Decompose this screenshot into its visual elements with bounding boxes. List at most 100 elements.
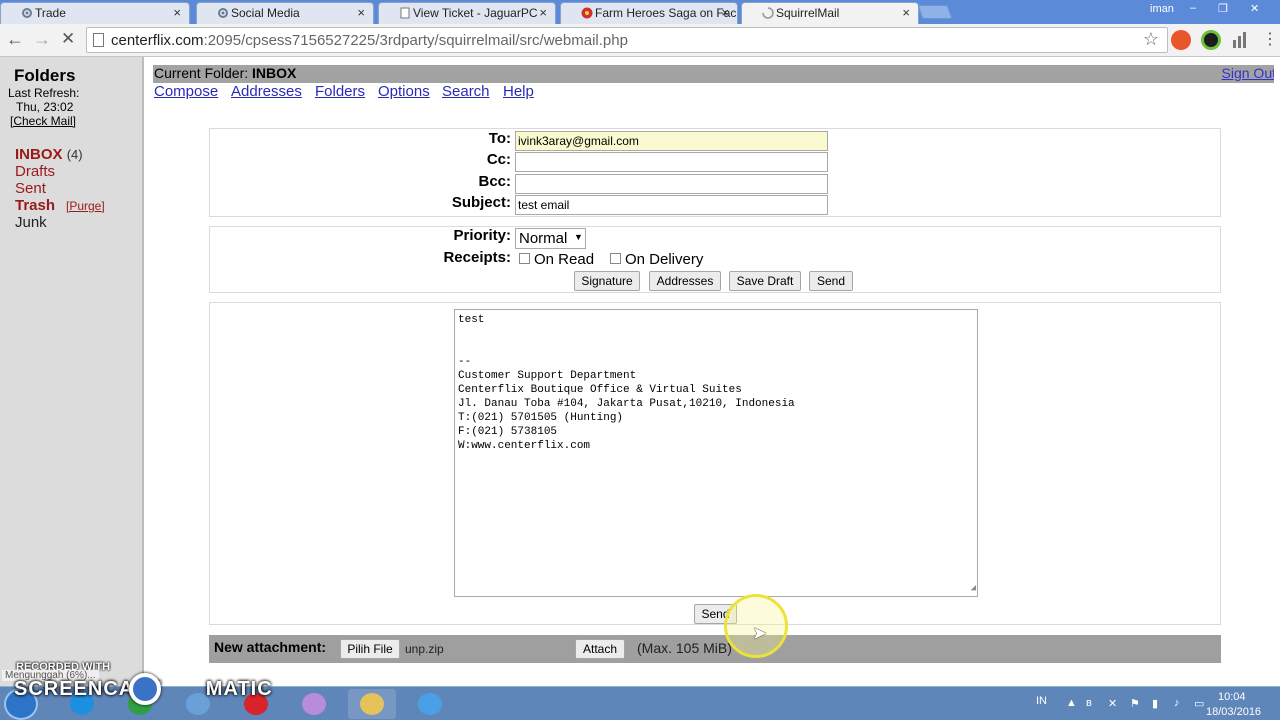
folder-sidebar: Folders Last Refresh: Thu, 23:02 [Check … — [0, 57, 144, 686]
tab-trade[interactable]: Trade × — [0, 2, 190, 24]
tb-glyph — [418, 693, 442, 715]
tab-label: SquirrelMail — [776, 6, 840, 20]
new-tab-button[interactable] — [917, 5, 953, 19]
tab-label: Trade — [35, 6, 66, 20]
back-arrow-icon[interactable]: ← — [6, 29, 24, 50]
language-indicator[interactable]: IN — [1036, 695, 1047, 707]
folder-drafts[interactable]: Drafts — [15, 163, 55, 180]
save-draft-button[interactable]: Save Draft — [729, 271, 801, 291]
tab-squirrelmail[interactable]: SquirrelMail × — [741, 2, 919, 25]
url-text[interactable]: centerflix.com:2095/cpsess7156527225/3rd… — [111, 32, 628, 49]
tab-close-icon[interactable]: × — [902, 5, 910, 20]
on-delivery-checkbox[interactable] — [610, 253, 621, 264]
tab-close-icon[interactable]: × — [357, 5, 365, 20]
menu-compose[interactable]: Compose — [154, 83, 218, 100]
tab-social-media[interactable]: Social Media × — [196, 2, 374, 24]
clock-date[interactable]: 18/03/2016 — [1206, 706, 1261, 718]
tab-close-icon[interactable]: × — [539, 5, 547, 20]
forward-arrow-icon[interactable]: → — [33, 29, 51, 50]
menu-folders[interactable]: Folders — [315, 83, 365, 100]
tab-view-ticket[interactable]: View Ticket - JaguarPC × — [378, 2, 556, 24]
cc-field[interactable] — [515, 152, 828, 172]
folder-sent[interactable]: Sent — [15, 180, 46, 197]
addresses-button[interactable]: Addresses — [649, 271, 721, 291]
priority-value: Normal — [519, 230, 568, 247]
max-size-note: (Max. 105 MiB) — [637, 640, 732, 656]
recipient-panel: To: Cc: Bcc: Subject: — [209, 128, 1221, 217]
address-bar[interactable]: centerflix.com:2095/cpsess7156527225/3rd… — [86, 27, 1168, 53]
extension-chart-icon[interactable] — [1230, 30, 1250, 50]
screencast-logo-suffix: MATIC — [205, 678, 273, 700]
menu-options[interactable]: Options — [378, 83, 430, 100]
priority-select[interactable]: Normal ▼ — [515, 228, 586, 249]
battery-icon[interactable]: ▭ — [1194, 697, 1206, 710]
attach-button[interactable]: Attach — [575, 639, 625, 659]
selected-file-name: unp.zip — [405, 642, 444, 656]
on-delivery-label: On Delivery — [625, 251, 704, 268]
extension-red-icon[interactable] — [1171, 30, 1191, 50]
message-body-textarea[interactable]: test -- Customer Support Department Cent… — [454, 309, 978, 597]
check-mail-link[interactable]: [Check Mail] — [10, 114, 76, 128]
to-label: To: — [488, 130, 511, 147]
gear-icon — [21, 7, 33, 19]
folders-title: Folders — [14, 66, 76, 85]
browser-menu-icon[interactable]: ⋮ — [1262, 29, 1278, 49]
folder-inbox[interactable]: INBOX (4) — [15, 146, 83, 163]
sign-out-link[interactable]: Sign Out — [1222, 65, 1276, 81]
tab-farm-heroes[interactable]: Farm Heroes Saga on Fac × — [560, 2, 738, 24]
media-icon[interactable] — [290, 689, 338, 719]
bluetooth-icon[interactable]: ʙ — [1086, 697, 1098, 709]
media-player-icon[interactable] — [406, 689, 454, 719]
send-button-top[interactable]: Send — [809, 271, 853, 291]
subject-field[interactable] — [515, 195, 828, 215]
bookmark-star-icon[interactable]: ☆ — [1143, 29, 1159, 50]
tab-close-icon[interactable]: × — [173, 5, 181, 20]
to-field[interactable] — [515, 131, 828, 151]
signal-icon[interactable]: ▮ — [1152, 697, 1164, 710]
flag-icon[interactable]: ⚑ — [1130, 697, 1142, 710]
extension-green-icon[interactable] — [1201, 30, 1221, 50]
resize-grip-icon[interactable]: ◢ — [971, 581, 976, 595]
current-folder: Current Folder: INBOX — [154, 65, 296, 81]
bcc-field[interactable] — [515, 174, 828, 194]
menu-search[interactable]: Search — [442, 83, 490, 100]
tray-expand-icon[interactable]: ▲ — [1066, 697, 1078, 709]
volume-icon[interactable]: ♪ — [1174, 697, 1186, 709]
signature-button[interactable]: Signature — [574, 271, 640, 291]
current-folder-name: INBOX — [252, 65, 297, 81]
bcc-label: Bcc: — [478, 173, 511, 190]
message-body-panel: test -- Customer Support Department Cent… — [209, 302, 1221, 625]
priority-label: Priority: — [453, 227, 511, 244]
url-host: centerflix.com — [111, 32, 204, 49]
tab-label: View Ticket - JaguarPC — [413, 6, 538, 20]
current-folder-label: Current Folder: — [154, 65, 249, 81]
page-scrollbar[interactable] — [1274, 57, 1280, 686]
refresh-time: Thu, 23:02 — [16, 100, 74, 114]
maximize-button[interactable]: ❐ — [1218, 2, 1228, 15]
network-off-icon[interactable]: ✕ — [1108, 697, 1120, 710]
stop-loading-icon[interactable]: ✕ — [61, 29, 75, 49]
receipts-label: Receipts: — [443, 249, 511, 266]
clock-time[interactable]: 10:04 — [1218, 691, 1246, 703]
compose-frame: Current Folder: INBOX Sign Out Compose A… — [146, 57, 1280, 686]
close-window-button[interactable]: ✕ — [1250, 2, 1259, 15]
last-refresh-label: Last Refresh: — [8, 86, 80, 100]
choose-file-button[interactable]: Pilih File — [340, 639, 400, 659]
menu-help[interactable]: Help — [503, 83, 534, 100]
folder-icon[interactable] — [348, 689, 396, 719]
on-read-checkbox[interactable] — [519, 253, 530, 264]
tb-glyph — [360, 693, 384, 715]
attachment-bar: New attachment: Pilih File unp.zip Attac… — [209, 635, 1221, 663]
folder-inbox-label: INBOX — [15, 146, 63, 163]
folder-trash[interactable]: Trash — [15, 197, 55, 214]
screencast-logo-icon — [129, 673, 161, 705]
menu-addresses[interactable]: Addresses — [231, 83, 302, 100]
tab-label: Social Media — [231, 6, 300, 20]
purge-trash-link[interactable]: [Purge] — [66, 199, 105, 213]
minimize-button[interactable]: – — [1190, 2, 1196, 14]
dropdown-arrow-icon: ▼ — [574, 232, 583, 242]
loading-icon — [762, 7, 774, 19]
new-attachment-label: New attachment: — [214, 639, 327, 655]
folder-junk[interactable]: Junk — [15, 214, 47, 231]
tab-close-icon[interactable]: × — [721, 5, 729, 20]
